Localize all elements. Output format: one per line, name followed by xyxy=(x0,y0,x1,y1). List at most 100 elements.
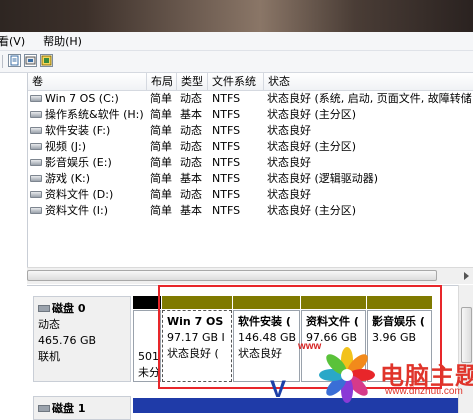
partition-software[interactable]: 软件安装 ( 146.48 GB 状态良好 xyxy=(233,310,300,382)
disk-1-label[interactable]: 磁盘 1 xyxy=(33,396,131,420)
toolbar xyxy=(0,51,473,73)
volume-name-cell: 操作系统&软件 (H:) xyxy=(30,107,147,123)
filesystem-cell: NTFS xyxy=(212,108,241,121)
status-cell: 状态良好 (主分区) xyxy=(267,108,357,121)
layout-cell: 简单 xyxy=(150,156,172,169)
partition-size: 3.96 GB xyxy=(372,331,417,344)
volume-icon[interactable] xyxy=(40,54,53,67)
column-status[interactable]: 状态 xyxy=(264,73,473,90)
toolbar-separator xyxy=(2,55,3,68)
status-cell: 状态良好 xyxy=(267,124,311,137)
status-cell: 状态良好 (主分区) xyxy=(267,140,357,153)
partition-head xyxy=(162,296,232,309)
drive-icon xyxy=(30,110,42,118)
watermark-mark: V xyxy=(270,376,287,403)
column-filesystem[interactable]: 文件系统 xyxy=(208,73,264,90)
partition-name: Win 7 OS xyxy=(167,315,224,328)
drive-icon xyxy=(30,206,42,214)
type-cell: 动态 xyxy=(180,124,202,137)
table-row[interactable]: 游戏 (K:) 简单 基本 NTFS 状态良好 (逻辑驱动器) xyxy=(28,171,473,187)
layout-cell: 简单 xyxy=(150,204,172,217)
scroll-thumb[interactable] xyxy=(461,307,472,363)
table-row[interactable]: 操作系统&软件 (H:) 简单 基本 NTFS 状态良好 (主分区) xyxy=(28,107,473,123)
column-volume[interactable]: 卷 xyxy=(28,73,147,90)
column-layout[interactable]: 布局 xyxy=(147,73,177,90)
layout-cell: 简单 xyxy=(150,188,172,201)
drive-icon xyxy=(30,174,42,182)
background-photo xyxy=(0,0,473,32)
status-cell: 状态良好 xyxy=(267,156,311,169)
horizontal-scrollbar[interactable] xyxy=(27,267,473,284)
disk-icon xyxy=(38,404,50,412)
menu-help[interactable]: 帮助(H) xyxy=(43,33,88,49)
table-row[interactable]: 资料文件 (D:) 简单 动态 NTFS 状态良好 xyxy=(28,187,473,203)
status-cell: 状态良好 (系统, 启动, 页面文件, 故障转储 xyxy=(267,92,472,105)
partition-unallocated[interactable]: 501 未分 xyxy=(133,310,161,382)
disk-1-partition-bar xyxy=(133,398,458,413)
partition-name: 资料文件 ( xyxy=(306,315,359,328)
disk-0-name: 磁盘 0 xyxy=(52,302,86,315)
volume-rows: Win 7 OS (C:) 简单 动态 NTFS 状态良好 (系统, 启动, 页… xyxy=(28,91,473,219)
volume-name-cell: 游戏 (K:) xyxy=(30,171,147,187)
properties-icon[interactable] xyxy=(8,54,21,67)
drive-icon xyxy=(30,142,42,150)
disk-0-status: 联机 xyxy=(38,350,60,363)
layout-cell: 简单 xyxy=(150,172,172,185)
scroll-right-icon[interactable] xyxy=(464,272,469,280)
help-topic-icon[interactable] xyxy=(24,54,37,67)
table-row[interactable]: Win 7 OS (C:) 简单 动态 NTFS 状态良好 (系统, 启动, 页… xyxy=(28,91,473,107)
drive-icon xyxy=(30,190,42,198)
status-cell: 状态良好 (逻辑驱动器) xyxy=(267,172,379,185)
status-cell: 状态良好 (主分区) xyxy=(267,204,357,217)
table-row[interactable]: 视频 (J:) 简单 动态 NTFS 状态良好 (主分区) xyxy=(28,139,473,155)
layout-cell: 简单 xyxy=(150,124,172,137)
filesystem-cell: NTFS xyxy=(212,140,241,153)
drive-icon xyxy=(30,94,42,102)
layout-cell: 简单 xyxy=(150,140,172,153)
table-row[interactable]: 软件安装 (F:) 简单 动态 NTFS 状态良好 xyxy=(28,123,473,139)
layout-cell: 简单 xyxy=(150,108,172,121)
partition-win7[interactable]: Win 7 OS 97.17 GB I 状态良好 ( xyxy=(162,310,232,382)
partition-head xyxy=(233,296,300,309)
type-cell: 基本 xyxy=(180,108,202,121)
disk-0-size: 465.76 GB xyxy=(38,334,97,347)
filesystem-cell: NTFS xyxy=(212,92,241,105)
type-cell: 基本 xyxy=(180,172,202,185)
scroll-thumb[interactable] xyxy=(27,270,437,281)
type-cell: 基本 xyxy=(180,204,202,217)
table-row[interactable]: 影音娱乐 (E:) 简单 动态 NTFS 状态良好 xyxy=(28,155,473,171)
partition-name: 软件安装 ( xyxy=(238,315,291,328)
disk-icon xyxy=(38,304,50,312)
volume-name-cell: 视频 (J:) xyxy=(30,139,147,155)
partition-head xyxy=(301,296,366,309)
partition-size: 146.48 GB xyxy=(238,331,297,344)
type-cell: 动态 xyxy=(180,188,202,201)
type-cell: 动态 xyxy=(180,92,202,105)
partition-status: 状态良好 xyxy=(238,347,282,360)
volume-list-header: 卷 布局 类型 文件系统 状态 xyxy=(28,73,473,91)
volume-name-cell: Win 7 OS (C:) xyxy=(30,91,147,107)
filesystem-cell: NTFS xyxy=(212,156,241,169)
type-cell: 动态 xyxy=(180,156,202,169)
layout-cell: 简单 xyxy=(150,92,172,105)
disk-0-label[interactable]: 磁盘 0 动态 465.76 GB 联机 xyxy=(33,296,131,382)
drive-icon xyxy=(30,126,42,134)
partition-size: 97.17 GB I xyxy=(167,331,225,344)
volume-name-cell: 软件安装 (F:) xyxy=(30,123,147,139)
drive-icon xyxy=(30,158,42,166)
menu-view[interactable]: 看(V) xyxy=(0,33,31,49)
volume-name-cell: 资料文件 (D:) xyxy=(30,187,147,203)
volume-name-cell: 资料文件 (I:) xyxy=(30,203,147,219)
disk-1-name: 磁盘 1 xyxy=(52,402,86,415)
disk-0-type: 动态 xyxy=(38,318,60,331)
column-type[interactable]: 类型 xyxy=(177,73,208,90)
volume-list: 卷 布局 类型 文件系统 状态 Win 7 OS (C:) 简单 动态 NTFS… xyxy=(27,73,473,283)
partition-head xyxy=(367,296,432,309)
watermark-url: www.dnzhuti.com xyxy=(385,386,463,397)
filesystem-cell: NTFS xyxy=(212,188,241,201)
volume-name-cell: 影音娱乐 (E:) xyxy=(30,155,147,171)
filesystem-cell: NTFS xyxy=(212,124,241,137)
table-row[interactable]: 资料文件 (I:) 简单 基本 NTFS 状态良好 (主分区) xyxy=(28,203,473,219)
status-cell: 状态良好 xyxy=(267,188,311,201)
filesystem-cell: NTFS xyxy=(212,172,241,185)
